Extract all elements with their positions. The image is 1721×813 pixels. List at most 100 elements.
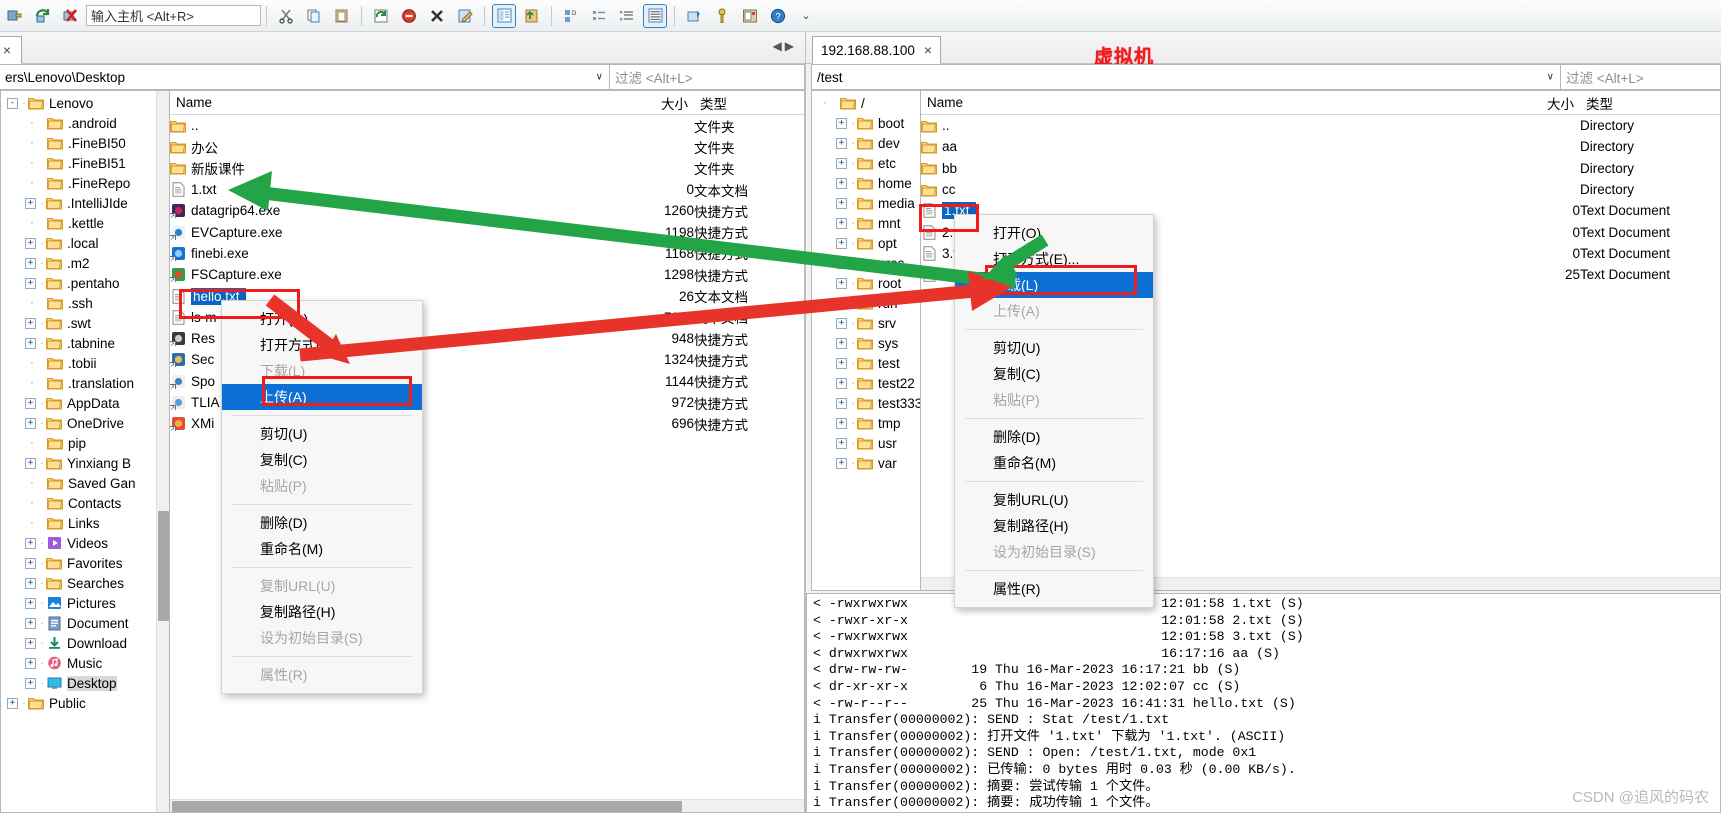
tree-node[interactable]: + · opt	[812, 233, 920, 253]
expand-icon[interactable]: +	[836, 357, 847, 369]
expand-icon[interactable]: +	[25, 317, 36, 329]
expand-icon[interactable]: +	[25, 237, 36, 249]
help-icon[interactable]: ?	[766, 4, 790, 28]
tree-node[interactable]: + · mnt	[812, 213, 920, 233]
key-icon[interactable]	[710, 4, 734, 28]
tree-node[interactable]: - · Lenovo	[1, 93, 169, 113]
chevron-down-icon[interactable]: ∨	[1547, 72, 1554, 83]
tree-node[interactable]: + · Yinxiang B	[1, 453, 169, 473]
tree-node[interactable]: + · Download	[1, 633, 169, 653]
expand-icon[interactable]: +	[836, 277, 847, 289]
expand-icon[interactable]: +	[836, 417, 847, 429]
expand-icon[interactable]: +	[836, 157, 847, 169]
tree-node[interactable]: + · sys	[812, 333, 920, 353]
local-path-input[interactable]: ers\Lenovo\Desktop ∨	[0, 64, 610, 90]
tree-node[interactable]: + · .local	[1, 233, 169, 253]
menu-item[interactable]: 复制路径(H)	[955, 513, 1153, 539]
expand-icon[interactable]: +	[836, 237, 847, 249]
view-detail-icon[interactable]: D	[559, 4, 583, 28]
reconnect-icon[interactable]	[30, 4, 54, 28]
local-list-scrollbar-h[interactable]	[170, 799, 804, 812]
expand-icon[interactable]: +	[25, 417, 36, 429]
tree-node[interactable]: + · media	[812, 193, 920, 213]
tree-node[interactable]: · .FineBI50	[1, 133, 169, 153]
table-row[interactable]: ↗ finebi.exe 1168 快捷方式	[170, 243, 804, 264]
tree-node[interactable]: + · .tabnine	[1, 333, 169, 353]
menu-item[interactable]: 剪切(U)	[955, 335, 1153, 361]
local-session-tab[interactable]: ×	[0, 36, 22, 64]
expand-icon[interactable]: +	[836, 377, 847, 389]
tree-node[interactable]: + · Document	[1, 613, 169, 633]
preferences-icon[interactable]	[738, 4, 762, 28]
tree-node[interactable]: + · proc	[812, 253, 920, 273]
tree-node[interactable]: + · dev	[812, 133, 920, 153]
local-tab-next-icon[interactable]: ▶	[785, 39, 797, 53]
tree-node[interactable]: · .android	[1, 113, 169, 133]
local-filter-input[interactable]: 过滤 <Alt+L>	[610, 64, 805, 90]
column-header-size[interactable]: 大小	[1492, 93, 1580, 113]
tree-node[interactable]: + · usr	[812, 433, 920, 453]
tree-node[interactable]: + · .pentaho	[1, 273, 169, 293]
expand-icon[interactable]: +	[25, 637, 36, 649]
expand-icon[interactable]: +	[25, 337, 36, 349]
expand-icon[interactable]: +	[25, 257, 36, 269]
expand-icon[interactable]: +	[836, 257, 847, 269]
tree-node[interactable]: + · Public	[1, 693, 169, 713]
local-context-menu[interactable]: 打开(O) 打开方式(E)... 下载(L) 上传(A) 剪切(U) 复制(C) 粘贴(P)…	[221, 300, 423, 694]
column-header-name[interactable]: Name	[921, 95, 1492, 110]
cut-icon[interactable]	[274, 4, 298, 28]
column-header-type[interactable]: 类型	[1580, 93, 1720, 113]
remote-context-menu[interactable]: 打开(O) 打开方式(E)... 下载(L) 上传(A) 剪切(U) 复制(C) 粘贴(P)…	[954, 214, 1154, 608]
remote-filter-input[interactable]: 过滤 <Alt+L>	[1561, 64, 1721, 90]
expand-icon[interactable]: +	[836, 297, 847, 309]
expand-icon[interactable]: +	[25, 657, 36, 669]
expand-icon[interactable]: +	[836, 217, 847, 229]
tree-node[interactable]: + · Music	[1, 653, 169, 673]
expand-icon[interactable]: +	[7, 697, 18, 709]
menu-item[interactable]: 剪切(U)	[222, 421, 422, 447]
toolbar-overflow-icon[interactable]: ⌄	[794, 4, 818, 28]
table-row[interactable]: bb Directory	[921, 158, 1720, 179]
local-directory-tree[interactable]: - · Lenovo · .android · .FineBI50 · .FineBI51 · .F…	[0, 90, 170, 813]
view-list-icon[interactable]	[615, 4, 639, 28]
column-header-size[interactable]: 大小	[606, 93, 694, 113]
menu-item[interactable]: 复制URL(U)	[955, 487, 1153, 513]
expand-icon[interactable]: +	[836, 197, 847, 209]
remote-directory-tree[interactable]: · / + · boot + · dev + · etc + · home + · media + · mnt + · op…	[811, 90, 921, 591]
menu-item[interactable]: 上传(A)	[222, 384, 422, 410]
expand-icon[interactable]: +	[836, 337, 847, 349]
expand-icon[interactable]: +	[25, 457, 36, 469]
view-grid-icon[interactable]	[643, 3, 667, 28]
stop-icon[interactable]	[397, 4, 421, 28]
table-row[interactable]: ↗ FSCapture.exe 1298 快捷方式	[170, 264, 804, 285]
local-tab-close-icon[interactable]: ×	[3, 42, 11, 58]
table-row[interactable]: cc Directory	[921, 179, 1720, 200]
tree-node[interactable]: + · var	[812, 453, 920, 473]
menu-item[interactable]: 打开(O)	[222, 306, 422, 332]
expand-icon[interactable]: +	[25, 677, 36, 689]
table-row[interactable]: .. 文件夹	[170, 115, 804, 136]
expand-icon[interactable]: +	[836, 397, 847, 409]
menu-item[interactable]: 属性(R)	[955, 576, 1153, 602]
tree-node[interactable]: + · root	[812, 273, 920, 293]
sync-browse-icon[interactable]	[682, 4, 706, 28]
menu-item[interactable]: 删除(D)	[955, 424, 1153, 450]
tree-node[interactable]: + · run	[812, 293, 920, 313]
expand-icon[interactable]: +	[25, 597, 36, 609]
menu-item[interactable]: 复制(C)	[955, 361, 1153, 387]
tree-node[interactable]: + · srv	[812, 313, 920, 333]
tree-node[interactable]: · .FineRepo	[1, 173, 169, 193]
column-header-name[interactable]: Name	[170, 95, 606, 110]
expand-icon[interactable]: +	[25, 537, 36, 549]
tree-node[interactable]: + · Searches	[1, 573, 169, 593]
local-tab-prev-icon[interactable]: ◀	[773, 39, 785, 53]
tree-node[interactable]: · pip	[1, 433, 169, 453]
tree-node[interactable]: · .tobii	[1, 353, 169, 373]
tree-node[interactable]: + · test	[812, 353, 920, 373]
tree-node[interactable]: · /	[812, 93, 920, 113]
table-row[interactable]: ↗ EVCapture.exe 1198 快捷方式	[170, 221, 804, 242]
expand-icon[interactable]: +	[836, 317, 847, 329]
tree-node[interactable]: · Saved Gan	[1, 473, 169, 493]
delete-icon[interactable]	[425, 4, 449, 28]
refresh-icon[interactable]	[369, 4, 393, 28]
